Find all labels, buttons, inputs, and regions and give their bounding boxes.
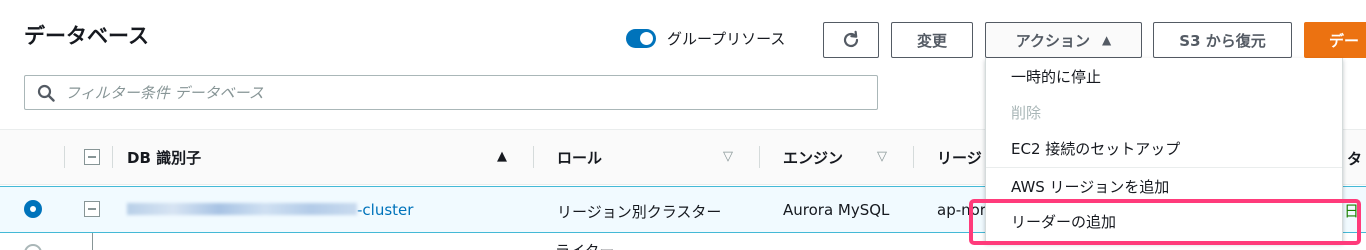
sort-icon[interactable]: ▽ bbox=[723, 149, 733, 164]
db-identifier-suffix[interactable]: -cluster bbox=[357, 201, 413, 219]
actions-button[interactable]: アクション ▲ bbox=[985, 22, 1142, 58]
create-database-button[interactable]: デー bbox=[1304, 22, 1366, 58]
collapse-row-icon[interactable] bbox=[84, 201, 100, 217]
menu-item-stop-temporarily[interactable]: 一時的に停止 bbox=[986, 58, 1342, 94]
db-identifier-link[interactable]: -cluster bbox=[127, 201, 413, 219]
column-divider bbox=[759, 146, 760, 168]
row-radio-selected[interactable] bbox=[24, 200, 42, 218]
restore-from-s3-button[interactable]: S3 から復元 bbox=[1153, 22, 1292, 58]
refresh-icon bbox=[843, 30, 859, 48]
actions-label: アクション bbox=[1015, 31, 1091, 50]
menu-item-setup-ec2-connection[interactable]: EC2 接続のセットアップ bbox=[986, 130, 1342, 166]
engine-cell: Aurora MySQL bbox=[783, 201, 890, 219]
collapse-all-icon[interactable] bbox=[84, 149, 100, 165]
column-divider bbox=[533, 146, 534, 168]
role-cell: ライター bbox=[555, 240, 614, 250]
role-cell: リージョン別クラスター bbox=[557, 203, 722, 221]
caret-up-icon: ▲ bbox=[1102, 33, 1112, 47]
page-title: データベース bbox=[24, 24, 149, 48]
group-resources-label: グループリソース bbox=[667, 30, 786, 48]
menu-item-delete: 削除 bbox=[1011, 103, 1042, 122]
column-header-region[interactable]: リージ bbox=[937, 147, 982, 168]
column-divider bbox=[112, 146, 113, 168]
column-divider bbox=[64, 146, 65, 168]
column-header-partial: タ bbox=[1347, 150, 1363, 168]
refresh-button[interactable] bbox=[823, 22, 879, 58]
tree-connector bbox=[92, 233, 93, 250]
column-header-db-identifier[interactable]: DB 識別子 bbox=[127, 147, 201, 168]
filter-bar[interactable] bbox=[24, 75, 878, 110]
modify-button[interactable]: 変更 bbox=[891, 22, 973, 58]
search-icon bbox=[37, 84, 55, 102]
row-radio[interactable] bbox=[24, 244, 42, 250]
sort-ascending-icon[interactable]: ▲ bbox=[497, 149, 507, 164]
column-header-engine[interactable]: エンジン bbox=[783, 147, 843, 168]
sort-icon[interactable]: ▽ bbox=[877, 149, 887, 164]
toggle-knob bbox=[640, 32, 653, 45]
filter-input[interactable] bbox=[65, 83, 825, 102]
group-resources-toggle[interactable]: グループリソース bbox=[626, 28, 785, 49]
column-divider bbox=[913, 146, 914, 168]
redacted-text bbox=[127, 203, 357, 215]
highlight-box bbox=[969, 199, 1361, 245]
toggle-switch[interactable] bbox=[626, 29, 656, 48]
column-header-role[interactable]: ロール bbox=[557, 147, 602, 168]
